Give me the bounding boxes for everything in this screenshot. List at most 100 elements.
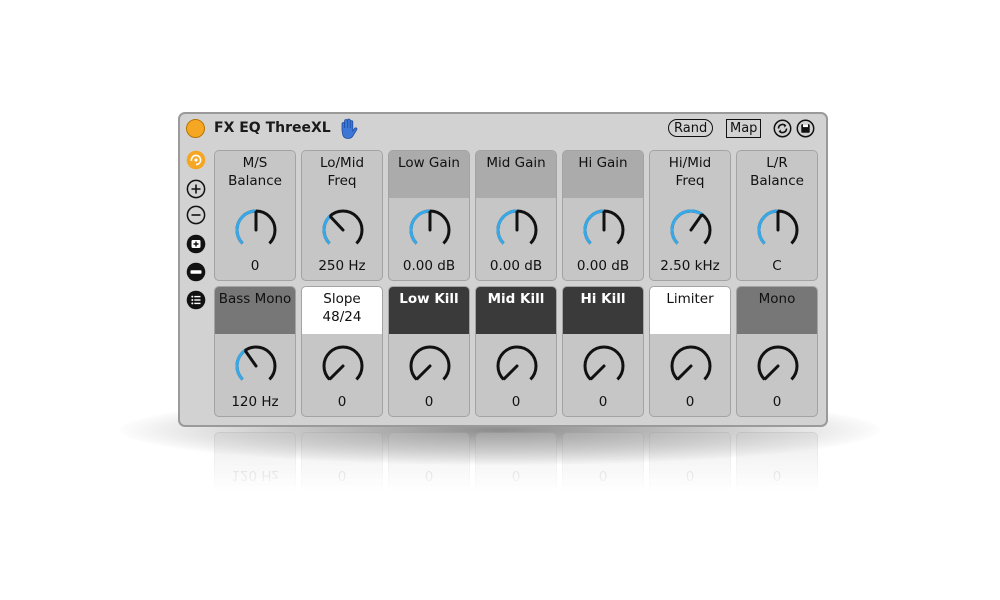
bass-mono-value: 120 Hz — [231, 394, 279, 410]
knob-value-arc — [235, 209, 257, 245]
control-low-gain: Low Gain 0.00 dB — [388, 150, 470, 281]
slope-48-24-value: 0 — [337, 394, 347, 410]
mono-knob[interactable] — [755, 343, 801, 389]
power-button[interactable] — [186, 119, 205, 138]
add-preset-icon[interactable] — [186, 234, 206, 254]
control-hi-mid-freq: Hi/Mid Freq 2.50 kHz — [649, 150, 731, 281]
m-s-balance-toggle[interactable]: M/S Balance — [215, 151, 295, 198]
knob-track — [583, 345, 625, 381]
slope-48-24-knob[interactable] — [320, 343, 366, 389]
lfo-icon[interactable] — [186, 150, 206, 170]
mid-kill-value: 0 — [511, 394, 521, 410]
limiter-value: 0 — [685, 394, 695, 410]
reflection-cell: 120 Hz — [214, 432, 296, 492]
control-hi-gain: Hi Gain 0.00 dB — [562, 150, 644, 281]
save-icon[interactable] — [796, 119, 815, 138]
reflection-cell: 0 — [649, 432, 731, 492]
hi-mid-freq-value: 2.50 kHz — [660, 258, 720, 274]
reflection-value: 120 Hz — [231, 467, 279, 483]
mid-kill-knob[interactable] — [494, 343, 540, 389]
knob-indicator — [689, 213, 703, 232]
limiter-toggle[interactable]: Limiter — [650, 287, 730, 334]
reflection-value: 0 — [598, 467, 608, 483]
reflection-cell: 0 — [736, 432, 818, 492]
knob-track — [757, 345, 799, 381]
mono-value: 0 — [772, 394, 782, 410]
lo-mid-freq-knob[interactable] — [320, 207, 366, 253]
device-title: FX EQ ThreeXL — [214, 120, 331, 136]
knob-indicator — [329, 215, 345, 232]
reflection-value: 0 — [337, 467, 347, 483]
hi-mid-freq-knob[interactable] — [668, 207, 714, 253]
l-r-balance-value: C — [772, 258, 782, 274]
low-kill-toggle[interactable]: Low Kill — [389, 287, 469, 334]
plus-icon[interactable] — [186, 179, 206, 199]
low-kill-knob[interactable] — [407, 343, 453, 389]
control-low-kill: Low Kill 0 — [388, 286, 470, 417]
hi-kill-toggle[interactable]: Hi Kill — [563, 287, 643, 334]
rand-button[interactable]: Rand — [668, 119, 714, 137]
control-bass-mono: Bass Mono 120 Hz — [214, 286, 296, 417]
mid-gain-knob[interactable] — [494, 207, 540, 253]
control-mid-gain: Mid Gain 0.00 dB — [475, 150, 557, 281]
lo-mid-freq-toggle[interactable]: Lo/Mid Freq — [302, 151, 382, 198]
knob-value-arc — [235, 349, 247, 381]
control-m-s-balance: M/S Balance 0 — [214, 150, 296, 281]
device-reflection: 120 Hz 0 0 0 0 0 0 — [178, 432, 828, 522]
knob-indicator — [502, 364, 519, 381]
low-gain-toggle[interactable]: Low Gain — [389, 151, 469, 198]
low-gain-value: 0.00 dB — [402, 258, 456, 274]
mid-gain-value: 0.00 dB — [489, 258, 543, 274]
control-mono: Mono 0 — [736, 286, 818, 417]
mono-toggle[interactable]: Mono — [737, 287, 817, 334]
knob-indicator — [244, 349, 258, 368]
mid-kill-toggle[interactable]: Mid Kill — [476, 287, 556, 334]
title-bar: FX EQ ThreeXL Rand Map — [180, 114, 826, 144]
knob-track — [409, 345, 451, 381]
hi-kill-value: 0 — [598, 394, 608, 410]
control-hi-kill: Hi Kill 0 — [562, 286, 644, 417]
knob-value-arc — [757, 209, 779, 245]
control-l-r-balance: L/R Balance C — [736, 150, 818, 281]
limiter-knob[interactable] — [668, 343, 714, 389]
knob-value-arc — [670, 209, 703, 245]
hi-mid-freq-toggle[interactable]: Hi/Mid Freq — [650, 151, 730, 198]
reflection-value: 0 — [772, 467, 782, 483]
hi-gain-toggle[interactable]: Hi Gain — [563, 151, 643, 198]
knob-value-arc — [583, 209, 605, 245]
hand-icon[interactable] — [338, 118, 358, 140]
m-s-balance-knob[interactable] — [233, 207, 279, 253]
knob-indicator — [589, 364, 606, 381]
reflection-cell: 0 — [301, 432, 383, 492]
hi-kill-knob[interactable] — [581, 343, 627, 389]
l-r-balance-knob[interactable] — [755, 207, 801, 253]
remove-icon[interactable] — [186, 262, 206, 282]
sync-icon[interactable] — [773, 119, 792, 138]
hi-gain-knob[interactable] — [581, 207, 627, 253]
minus-icon[interactable] — [186, 205, 206, 225]
l-r-balance-toggle[interactable]: L/R Balance — [737, 151, 817, 198]
hi-gain-value: 0.00 dB — [576, 258, 630, 274]
m-s-balance-value: 0 — [250, 258, 260, 274]
bass-mono-knob[interactable] — [233, 343, 279, 389]
low-gain-knob[interactable] — [407, 207, 453, 253]
low-kill-value: 0 — [424, 394, 434, 410]
reflection-cell: 0 — [388, 432, 470, 492]
slope-48-24-toggle[interactable]: Slope 48/24 — [302, 287, 382, 334]
reflection-value: 0 — [685, 467, 695, 483]
reflection-value: 0 — [424, 467, 434, 483]
bass-mono-toggle[interactable]: Bass Mono — [215, 287, 295, 334]
reflection-cell: 0 — [562, 432, 644, 492]
knob-track — [322, 345, 364, 381]
device-panel: FX EQ ThreeXL Rand Map M/S Balance 0 Lo/… — [178, 112, 828, 427]
knob-track — [496, 345, 538, 381]
control-lo-mid-freq: Lo/Mid Freq 250 Hz — [301, 150, 383, 281]
control-slope-48-24: Slope 48/24 0 — [301, 286, 383, 417]
control-mid-kill: Mid Kill 0 — [475, 286, 557, 417]
reflection-value: 0 — [511, 467, 521, 483]
list-icon[interactable] — [186, 290, 206, 310]
map-button[interactable]: Map — [726, 119, 762, 138]
lo-mid-freq-value: 250 Hz — [318, 258, 366, 274]
mid-gain-toggle[interactable]: Mid Gain — [476, 151, 556, 198]
knob-value-arc — [496, 209, 518, 245]
